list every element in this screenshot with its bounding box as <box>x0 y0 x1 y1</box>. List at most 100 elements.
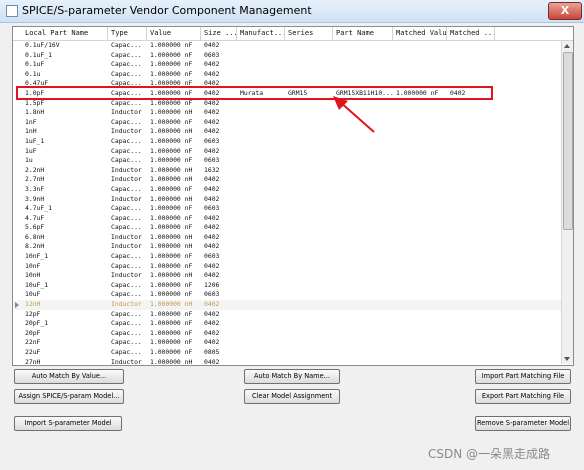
table-row[interactable]: 5.6pF Capac... 1.000000 nF 0402 <box>13 223 561 233</box>
table-cell[interactable]: 0805 <box>201 348 237 358</box>
table-cell[interactable]: Capac... <box>108 262 147 272</box>
table-cell[interactable]: 12nH <box>22 300 108 310</box>
table-row[interactable]: 0.1uF_1 Capac... 1.000000 nF 0603 <box>13 51 561 61</box>
table-cell[interactable]: Inductor <box>108 108 147 118</box>
table-cell[interactable]: 0402 <box>201 242 237 252</box>
table-cell[interactable]: 1.000000 nF <box>147 156 201 166</box>
table-cell[interactable] <box>393 70 447 80</box>
table-cell[interactable] <box>237 290 285 300</box>
table-row[interactable]: 0.1uF Capac... 1.000000 nF 0402 <box>13 60 561 70</box>
table-cell[interactable] <box>393 300 447 310</box>
table-cell[interactable] <box>285 137 333 147</box>
table-cell[interactable]: 8.2nH <box>22 242 108 252</box>
table-cell[interactable]: 1.000000 nF <box>147 99 201 109</box>
table-cell[interactable] <box>333 319 393 329</box>
table-cell[interactable]: 12pF <box>22 310 108 320</box>
table-cell[interactable] <box>447 108 495 118</box>
table-row[interactable]: 27nH Inductor 1.000000 nH 0402 <box>13 358 561 365</box>
table-cell[interactable] <box>333 252 393 262</box>
table-cell[interactable] <box>393 290 447 300</box>
table-cell[interactable] <box>285 108 333 118</box>
table-cell[interactable] <box>237 127 285 137</box>
table-cell[interactable] <box>393 358 447 365</box>
table-cell[interactable] <box>447 281 495 291</box>
table-cell[interactable]: Capac... <box>108 319 147 329</box>
table-cell[interactable]: 20pF_1 <box>22 319 108 329</box>
table-cell[interactable] <box>333 281 393 291</box>
table-cell[interactable]: Capac... <box>108 60 147 70</box>
table-cell[interactable]: 0402 <box>201 127 237 137</box>
table-cell[interactable]: 2.7nH <box>22 175 108 185</box>
table-cell[interactable] <box>285 252 333 262</box>
table-cell[interactable] <box>393 338 447 348</box>
table-cell[interactable] <box>237 60 285 70</box>
table-cell[interactable] <box>237 175 285 185</box>
table-row[interactable]: 10nF Capac... 1.000000 nF 0402 <box>13 262 561 272</box>
table-cell[interactable] <box>333 137 393 147</box>
table-cell[interactable] <box>237 156 285 166</box>
table-cell[interactable]: 10nF_1 <box>22 252 108 262</box>
table-cell[interactable] <box>285 214 333 224</box>
table-cell[interactable]: 1.000000 nH <box>147 175 201 185</box>
column-header-series[interactable]: Series <box>285 27 333 40</box>
table-cell[interactable] <box>447 127 495 137</box>
table-cell[interactable]: 0402 <box>201 108 237 118</box>
table-row[interactable]: 1.8nH Inductor 1.000000 nH 0402 <box>13 108 561 118</box>
table-row[interactable]: 2.7nH Inductor 1.000000 nH 0402 <box>13 175 561 185</box>
table-cell[interactable] <box>447 185 495 195</box>
table-cell[interactable] <box>447 271 495 281</box>
table-cell[interactable] <box>333 60 393 70</box>
table-cell[interactable] <box>447 262 495 272</box>
table-cell[interactable] <box>333 358 393 365</box>
table-cell[interactable] <box>237 166 285 176</box>
table-row[interactable]: 22uF Capac... 1.000000 nF 0805 <box>13 348 561 358</box>
table-row[interactable]: 10nH Inductor 1.000000 nH 0402 <box>13 271 561 281</box>
table-cell[interactable]: 0603 <box>201 137 237 147</box>
table-row[interactable]: 1nH Inductor 1.000000 nH 0402 <box>13 127 561 137</box>
table-cell[interactable]: 4.7uF <box>22 214 108 224</box>
table-cell[interactable] <box>393 108 447 118</box>
table-cell[interactable] <box>393 127 447 137</box>
table-cell[interactable]: 1.000000 nF <box>147 70 201 80</box>
table-cell[interactable] <box>285 195 333 205</box>
table-cell[interactable]: 1.000000 nH <box>147 195 201 205</box>
table-row[interactable]: 12nH Inductor 1.000000 nH 0402 <box>13 300 561 310</box>
table-cell[interactable]: 0603 <box>201 156 237 166</box>
table-cell[interactable] <box>393 329 447 339</box>
table-cell[interactable] <box>393 51 447 61</box>
table-cell[interactable] <box>447 300 495 310</box>
table-cell[interactable] <box>285 166 333 176</box>
table-cell[interactable] <box>393 281 447 291</box>
table-cell[interactable] <box>237 329 285 339</box>
scroll-up-icon[interactable] <box>564 44 570 48</box>
table-cell[interactable] <box>447 41 495 51</box>
assign-spice-model-button[interactable]: Assign SPICE/S-param Model... <box>14 389 124 404</box>
table-cell[interactable]: 1206 <box>201 281 237 291</box>
table-cell[interactable]: Capac... <box>108 204 147 214</box>
table-cell[interactable]: 1.000000 nH <box>147 300 201 310</box>
table-cell[interactable]: Inductor <box>108 233 147 243</box>
column-header-manufacturer[interactable]: Manufact... <box>237 27 285 40</box>
table-cell[interactable] <box>447 319 495 329</box>
table-cell[interactable]: Capac... <box>108 70 147 80</box>
table-cell[interactable] <box>237 70 285 80</box>
table-cell[interactable] <box>447 223 495 233</box>
table-cell[interactable]: 27nH <box>22 358 108 365</box>
table-cell[interactable] <box>447 175 495 185</box>
scroll-down-icon[interactable] <box>564 357 570 361</box>
column-header-value[interactable]: Value <box>147 27 201 40</box>
table-row[interactable]: 3.3nF Capac... 1.000000 nF 0402 <box>13 185 561 195</box>
table-cell[interactable]: 1nF <box>22 118 108 128</box>
table-cell[interactable] <box>237 41 285 51</box>
table-cell[interactable]: 1uF <box>22 147 108 157</box>
table-cell[interactable]: Capac... <box>108 185 147 195</box>
table-cell[interactable]: 1.000000 nF <box>147 281 201 291</box>
table-cell[interactable] <box>285 51 333 61</box>
table-cell[interactable] <box>447 233 495 243</box>
table-cell[interactable] <box>237 185 285 195</box>
table-cell[interactable]: 1.000000 nH <box>147 271 201 281</box>
table-cell[interactable] <box>285 185 333 195</box>
table-cell[interactable]: Capac... <box>108 51 147 61</box>
table-row[interactable]: 2.2nH Inductor 1.000000 nH 1632 <box>13 166 561 176</box>
table-row[interactable]: 1uF_1 Capac... 1.000000 nF 0603 <box>13 137 561 147</box>
